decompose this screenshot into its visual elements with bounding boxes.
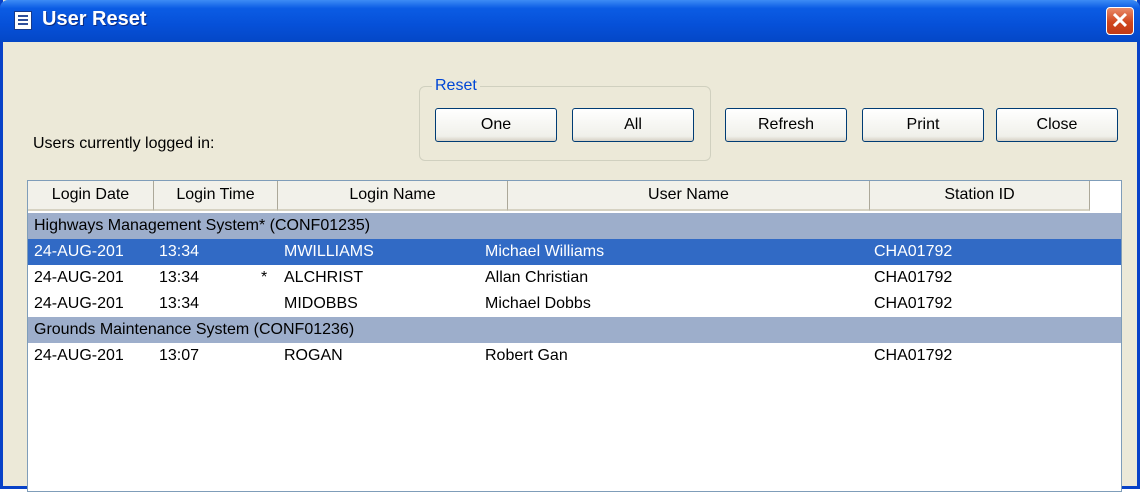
user-reset-window: User Reset ✕ Users currently logged in: …: [0, 0, 1140, 492]
cell-marker: *: [261, 269, 268, 286]
cell-login-date: 24-AUG-201: [34, 347, 124, 364]
cell-login-time: 13:34: [159, 243, 200, 260]
close-button[interactable]: Close: [996, 108, 1118, 142]
window-title: User Reset: [42, 8, 147, 30]
title-close-button[interactable]: ✕: [1106, 7, 1134, 35]
table-row[interactable]: 24-AUG-201 13:34 MWILLIAMS Michael Willi…: [28, 239, 1121, 265]
cell-station-id: CHA01792: [874, 269, 953, 286]
cell-login-name: MIDOBBS: [284, 295, 358, 312]
table-row[interactable]: 24-AUG-201 13:34 * ALCHRIST Allan Christ…: [28, 265, 1121, 291]
reset-all-button[interactable]: All: [572, 108, 694, 142]
cell-user-name: Allan Christian: [485, 269, 589, 286]
cell-user-name: Michael Williams: [485, 243, 605, 260]
cell-login-time: 13:07: [159, 347, 200, 364]
title-bar[interactable]: User Reset ✕: [0, 0, 1140, 42]
cell-login-name: ALCHRIST: [284, 269, 364, 286]
window-list-icon: [14, 11, 32, 30]
column-header-login-date[interactable]: Login Date: [28, 181, 154, 211]
column-header-station-id[interactable]: Station ID: [870, 181, 1090, 211]
cell-station-id: CHA01792: [874, 295, 953, 312]
column-header-user-name[interactable]: User Name: [508, 181, 870, 211]
cell-login-name: ROGAN: [284, 347, 343, 364]
cell-login-date: 24-AUG-201: [34, 243, 124, 260]
table-row[interactable]: 24-AUG-201 13:07 ROGAN Robert Gan CHA017…: [28, 343, 1121, 369]
cell-login-date: 24-AUG-201: [34, 269, 124, 286]
reset-group-legend: Reset: [432, 77, 480, 95]
reset-one-button[interactable]: One: [435, 108, 557, 142]
column-header-login-name[interactable]: Login Name: [278, 181, 508, 211]
users-logged-in-label: Users currently logged in:: [33, 135, 215, 152]
cell-login-time: 13:34: [159, 295, 200, 312]
cell-user-name: Robert Gan: [485, 347, 568, 364]
cell-user-name: Michael Dobbs: [485, 295, 591, 312]
column-header-login-time[interactable]: Login Time: [154, 181, 278, 211]
cell-station-id: CHA01792: [874, 243, 953, 260]
print-button[interactable]: Print: [862, 108, 984, 142]
users-list[interactable]: Login Date Login Time Login Name User Na…: [27, 180, 1122, 492]
close-icon: ✕: [1110, 8, 1130, 33]
group-header-grounds[interactable]: Grounds Maintenance System (CONF01236): [28, 317, 1121, 343]
refresh-button[interactable]: Refresh: [725, 108, 847, 142]
group-header-highways[interactable]: Highways Management System* (CONF01235): [28, 213, 1121, 239]
cell-login-date: 24-AUG-201: [34, 295, 124, 312]
table-row[interactable]: 24-AUG-201 13:34 MIDOBBS Michael Dobbs C…: [28, 291, 1121, 317]
list-header: Login Date Login Time Login Name User Na…: [28, 181, 1092, 211]
cell-login-name: MWILLIAMS: [284, 243, 374, 260]
cell-station-id: CHA01792: [874, 347, 953, 364]
cell-login-time: 13:34: [159, 269, 200, 286]
